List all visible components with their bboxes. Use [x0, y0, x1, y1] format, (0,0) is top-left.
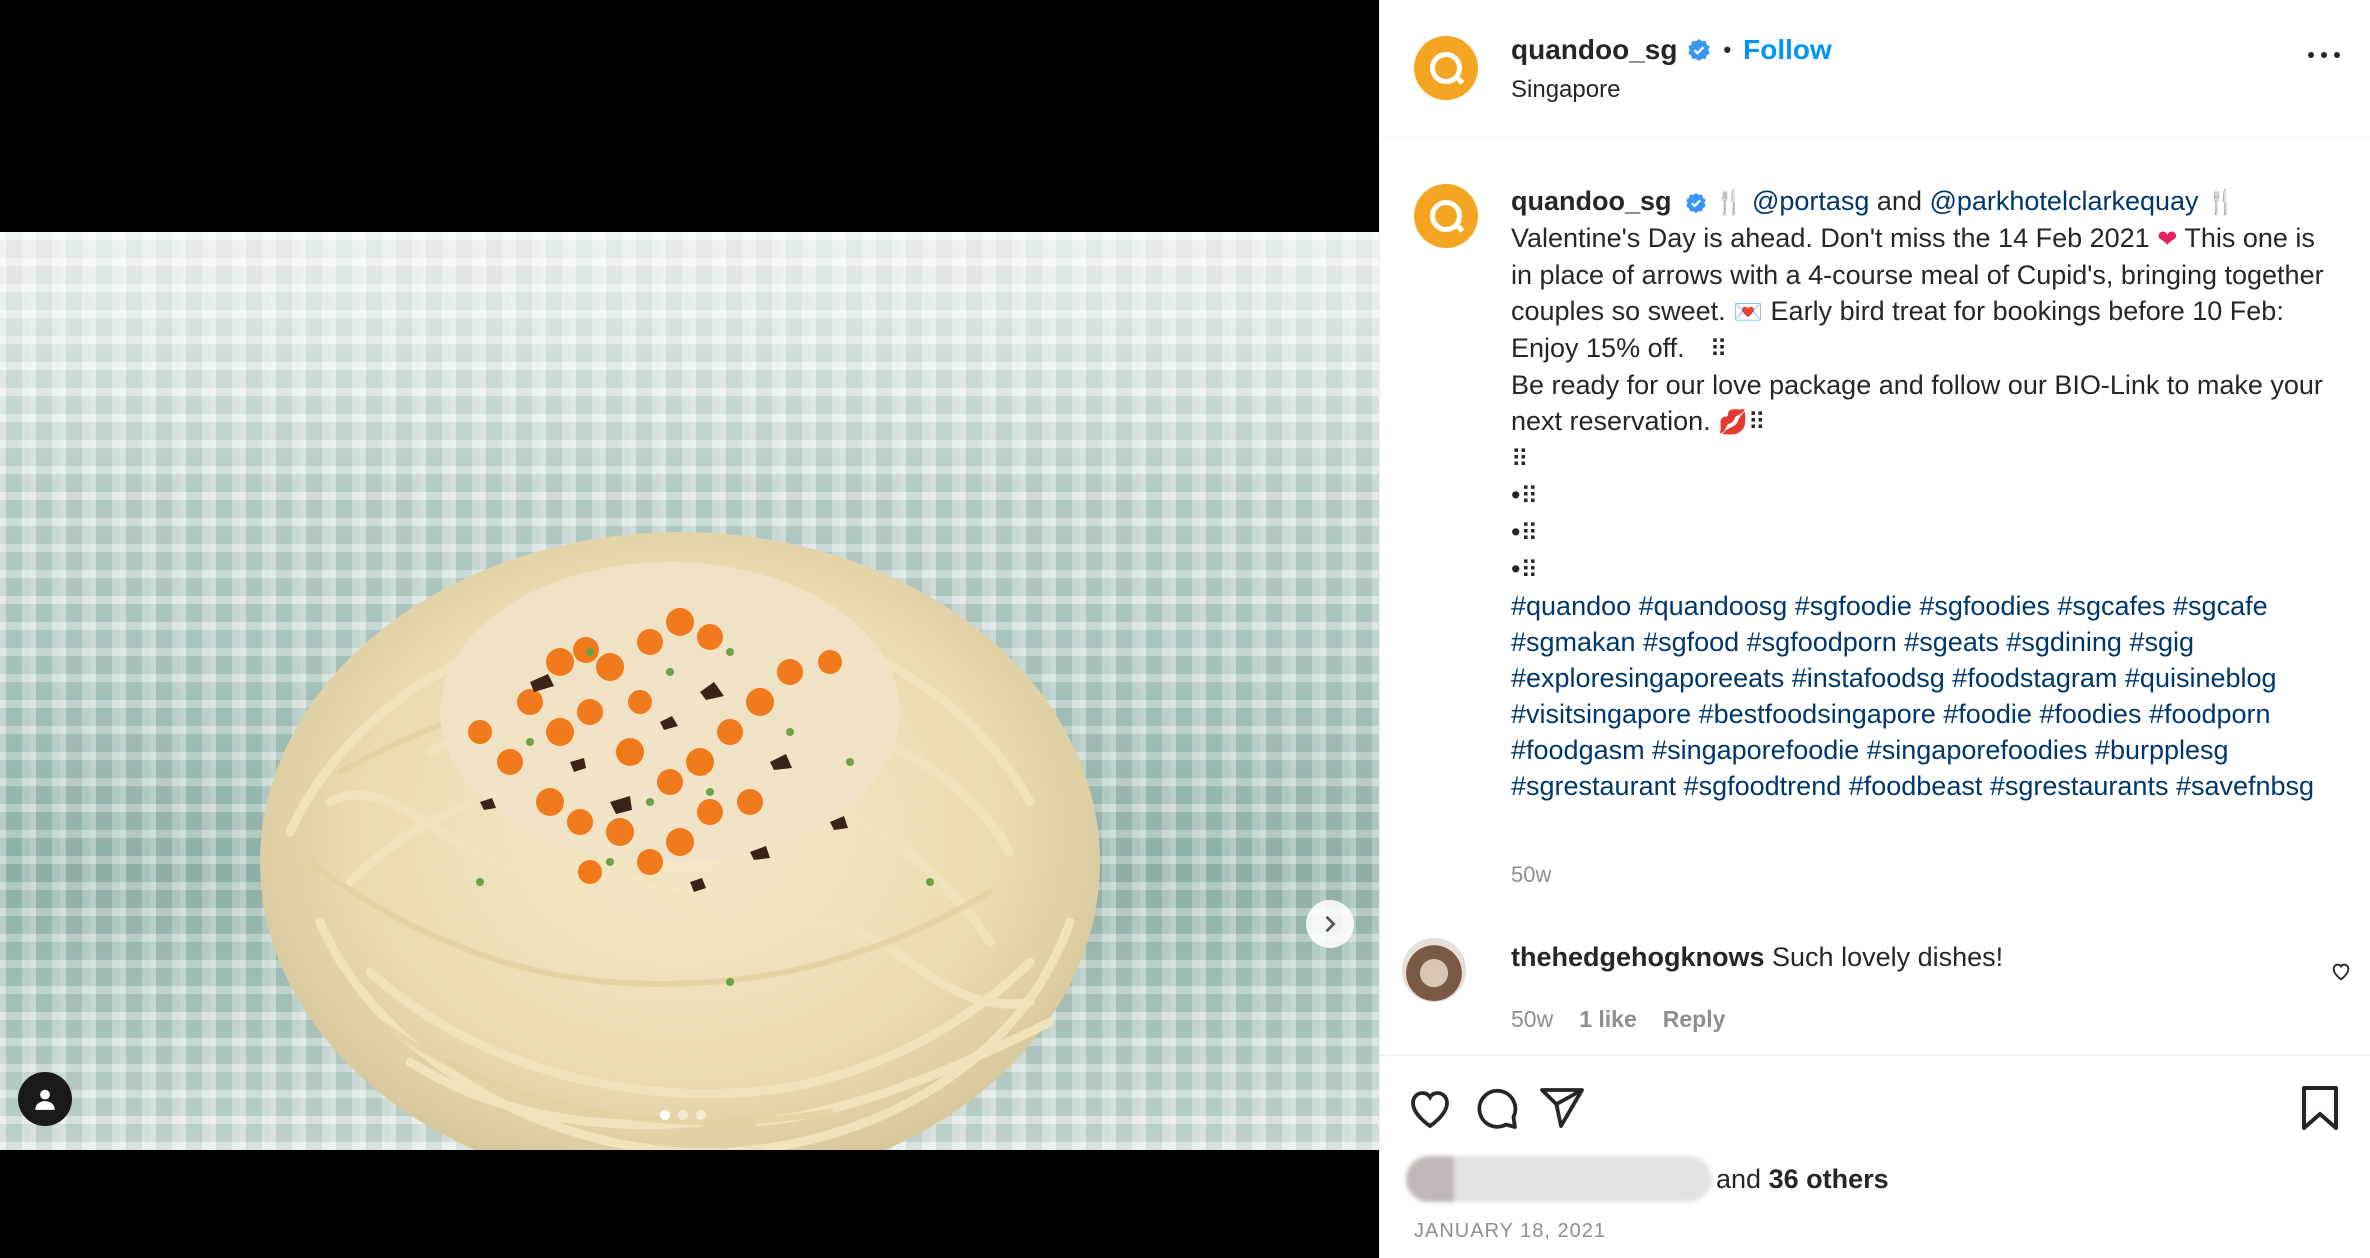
- post-location[interactable]: Singapore: [1511, 76, 1620, 104]
- account-avatar[interactable]: [1414, 36, 1478, 100]
- post-panel: quandoo_sg • Follow Singapore quandoo_sg…: [1379, 0, 2370, 1258]
- blurred-liker-names: [1406, 1156, 1712, 1202]
- user-tag-icon: [35, 1089, 55, 1110]
- more-options-button[interactable]: [2308, 52, 2340, 58]
- carousel-dot: [678, 1110, 688, 1120]
- chevron-right-icon: [1325, 916, 1336, 932]
- post-media: [0, 0, 1379, 1258]
- share-icon: [1540, 1088, 1584, 1128]
- post-date[interactable]: JANUARY 18, 2021: [1414, 1220, 1606, 1243]
- bookmark-icon: [2302, 1086, 2338, 1130]
- caption-avatar[interactable]: [1414, 184, 1478, 248]
- caption-hashtags[interactable]: #quandoo #quandoosg #sgfoodie #sgfoodies…: [1511, 591, 2314, 801]
- comment-body: Such lovely dishes!: [1772, 942, 2004, 972]
- kiss-emoji: 💋: [1718, 408, 1749, 436]
- comment-icon: [1477, 1088, 1518, 1129]
- comment-username[interactable]: thehedgehogknows: [1511, 942, 1765, 972]
- caption-paragraph-1: Valentine's Day is ahead. Don't miss the…: [1511, 223, 2150, 253]
- heart-emoji: ❤: [2157, 225, 2178, 253]
- comment-meta: 50w 1 like Reply: [1511, 1006, 1725, 1033]
- caption-timestamp[interactable]: 50w: [1511, 862, 1551, 888]
- fork-knife-emoji: 🍴: [1714, 188, 1745, 216]
- caption-paragraph-4: Be ready for our love package and follow…: [1511, 370, 2323, 436]
- braille-dots-emoji: ⠿: [1511, 445, 1529, 473]
- mention-parkhotel[interactable]: @parkhotelclarkequay: [1929, 186, 2198, 216]
- share-button[interactable]: [1538, 1084, 1586, 1137]
- tagged-users-button[interactable]: [18, 1072, 72, 1126]
- more-icon: [2308, 52, 2314, 58]
- carousel-dot: [696, 1110, 706, 1120]
- comment-button[interactable]: [1472, 1084, 1520, 1137]
- next-image-button[interactable]: [1306, 900, 1354, 948]
- comment-timestamp[interactable]: 50w: [1511, 1006, 1553, 1033]
- pasta-dish-image: [260, 532, 1100, 1150]
- love-letter-emoji: 💌: [1733, 298, 1764, 326]
- header-separator: •: [1723, 37, 1732, 62]
- caption-username[interactable]: quandoo_sg: [1511, 186, 1672, 216]
- post-photo[interactable]: [0, 232, 1379, 1150]
- heart-icon: [2332, 963, 2350, 981]
- carousel-indicator: [660, 1110, 706, 1120]
- likes-summary[interactable]: and 36 others: [1406, 1156, 1889, 1202]
- save-button[interactable]: [2298, 1084, 2342, 1137]
- caption-text: quandoo_sg 🍴 @portasg and @parkhotelclar…: [1511, 186, 2324, 801]
- caption-area: quandoo_sg 🍴 @portasg and @parkhotelclar…: [1380, 138, 2370, 1055]
- carousel-dot-active: [660, 1110, 670, 1120]
- post-header: quandoo_sg • Follow Singapore: [1380, 0, 2370, 138]
- mention-portasg[interactable]: @portasg: [1752, 186, 1869, 216]
- verified-icon: [1686, 192, 1706, 213]
- follow-button[interactable]: Follow: [1743, 34, 1832, 66]
- caption-and: and: [1869, 186, 1930, 216]
- header-username[interactable]: quandoo_sg: [1511, 34, 1677, 66]
- likes-and: and: [1716, 1163, 1762, 1194]
- verified-icon: [1688, 39, 1711, 61]
- comment-reply-button[interactable]: Reply: [1663, 1006, 1726, 1033]
- braille-dots-emoji: ⠀⠿: [1692, 335, 1728, 363]
- comment-like-button[interactable]: [2330, 960, 2352, 987]
- likes-others[interactable]: 36 others: [1769, 1164, 1889, 1195]
- post-actions: and 36 others JANUARY 18, 2021: [1380, 1055, 2370, 1258]
- heart-icon: [1411, 1091, 1449, 1129]
- commenter-avatar[interactable]: [1402, 938, 1466, 1002]
- comment-text: thehedgehogknows Such lovely dishes!: [1511, 942, 2003, 973]
- fork-knife-emoji: 🍴: [2206, 188, 2236, 216]
- like-button[interactable]: [1406, 1084, 1454, 1137]
- comment-likes[interactable]: 1 like: [1579, 1006, 1637, 1033]
